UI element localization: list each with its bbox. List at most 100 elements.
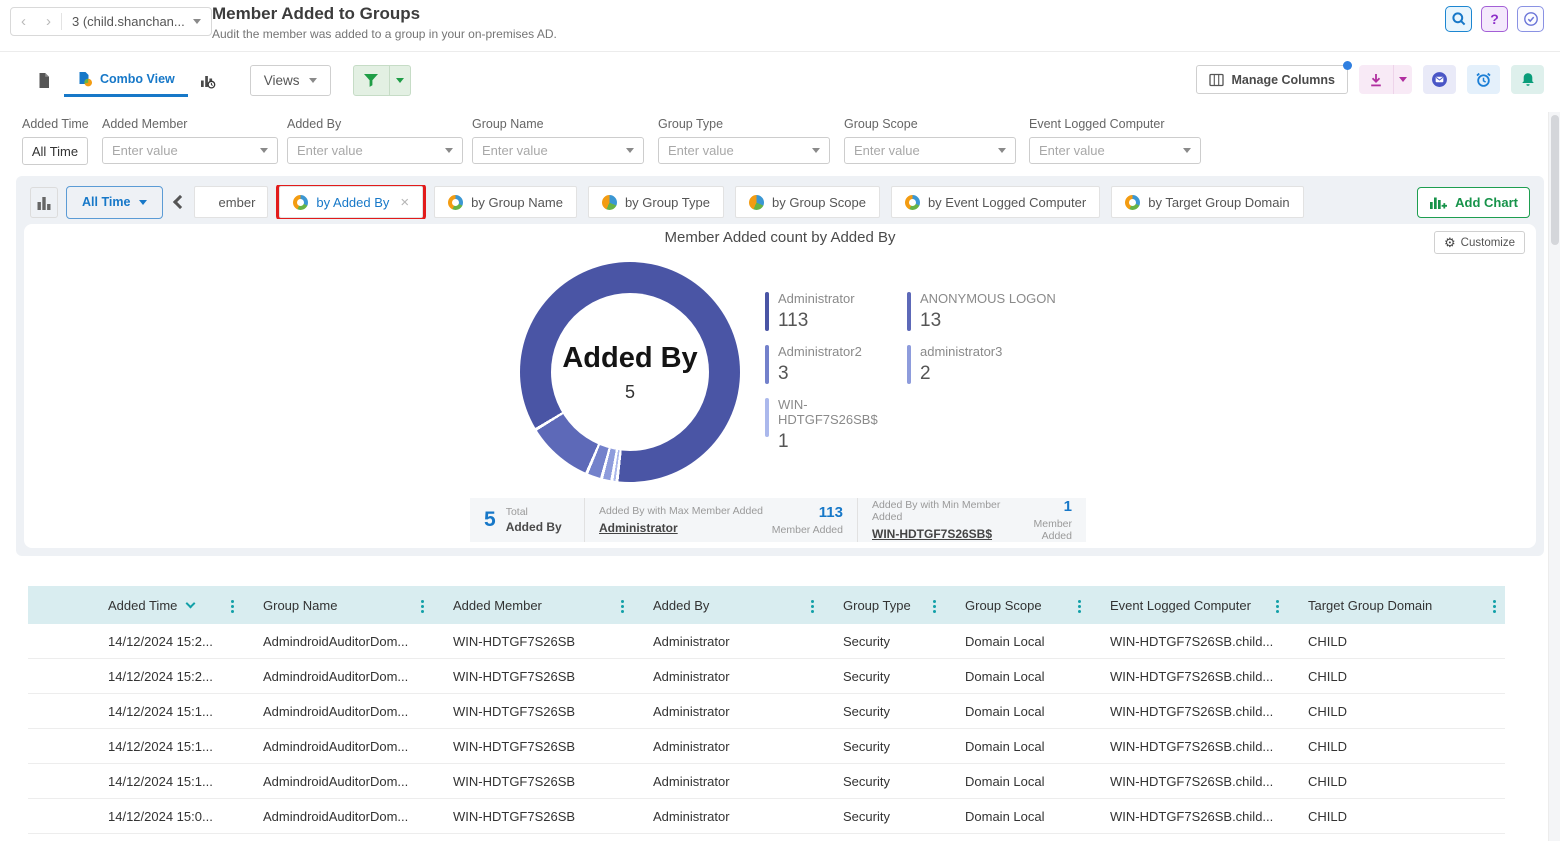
filter-button[interactable] <box>353 65 390 96</box>
column-header-added-member[interactable]: Added Member <box>433 586 633 624</box>
column-menu-icon[interactable] <box>421 605 424 608</box>
chevron-down-icon <box>396 78 404 83</box>
column-header-target-group-domain[interactable]: Target Group Domain <box>1288 586 1505 624</box>
legend-swatch <box>907 345 911 384</box>
added-by-input[interactable] <box>297 143 439 158</box>
event-logged-computer-input[interactable] <box>1039 143 1177 158</box>
legend-item[interactable]: Administrator113 <box>765 292 907 332</box>
tab-combo-view[interactable]: Combo View <box>64 63 188 97</box>
chart-tab-ember[interactable]: ember <box>194 186 268 218</box>
data-table: Added TimeGroup NameAdded MemberAdded By… <box>28 586 1505 834</box>
views-dropdown[interactable]: Views <box>250 65 331 96</box>
group-scope-input[interactable] <box>854 143 992 158</box>
help-button[interactable]: ? <box>1481 6 1508 32</box>
filter-options-button[interactable] <box>390 65 411 96</box>
legend-item[interactable]: Administrator23 <box>765 345 907 385</box>
table-cell: 14/12/2024 15:2... <box>28 634 243 649</box>
column-header-group-name[interactable]: Group Name <box>243 586 433 624</box>
group-name-filter[interactable] <box>472 137 644 164</box>
alarm-button[interactable] <box>1467 65 1500 94</box>
column-menu-icon[interactable] <box>1276 605 1279 608</box>
added-time-filter-button[interactable]: All Time <box>22 137 88 165</box>
group-type-input[interactable] <box>668 143 806 158</box>
table-row[interactable]: 14/12/2024 15:1...AdmindroidAuditorDom..… <box>28 764 1505 799</box>
column-header-group-type[interactable]: Group Type <box>823 586 945 624</box>
download-button[interactable] <box>1359 65 1393 94</box>
group-name-input[interactable] <box>482 143 620 158</box>
nav-prev-button[interactable]: ‹ <box>11 13 36 30</box>
donut-chart[interactable]: Added By 5 <box>520 262 740 482</box>
chart-tab-label: by Target Group Domain <box>1148 195 1289 210</box>
scroll-tabs-left-button[interactable] <box>173 195 187 209</box>
chevron-down-icon <box>260 148 268 153</box>
legend-item[interactable]: ANONYMOUS LOGON13 <box>907 292 1083 332</box>
column-menu-icon[interactable] <box>621 605 624 608</box>
chart-tab-by-target-group-domain[interactable]: by Target Group Domain <box>1111 186 1303 218</box>
added-member-filter[interactable] <box>102 137 278 164</box>
chart-tab-by-group-type[interactable]: by Group Type <box>588 186 724 218</box>
table-row[interactable]: 14/12/2024 15:2...AdmindroidAuditorDom..… <box>28 624 1505 659</box>
add-chart-button[interactable]: Add Chart <box>1417 187 1530 218</box>
chart-list-button[interactable] <box>30 187 58 218</box>
sort-descending-icon[interactable] <box>186 598 196 608</box>
table-cell: Administrator <box>633 809 823 824</box>
column-header-event-logged-computer[interactable]: Event Logged Computer <box>1090 586 1288 624</box>
vertical-scrollbar[interactable] <box>1548 112 1560 841</box>
chart-panel: All Time ember by Added By× by Group Name b… <box>16 176 1544 556</box>
chart-tab-by-group-name[interactable]: by Group Name <box>434 186 577 218</box>
chevron-down-icon <box>193 19 201 24</box>
table-cell: WIN-HDTGF7S26SB.child... <box>1090 704 1288 719</box>
filter-label: Group Type <box>658 117 830 131</box>
column-menu-icon[interactable] <box>231 605 234 608</box>
summary-max-unit: Member Added <box>772 524 843 536</box>
table-row[interactable]: 14/12/2024 15:2...AdmindroidAuditorDom..… <box>28 659 1505 694</box>
table-cell: AdmindroidAuditorDom... <box>243 739 433 754</box>
table-row[interactable]: 14/12/2024 15:1...AdmindroidAuditorDom..… <box>28 729 1505 764</box>
table-cell: AdmindroidAuditorDom... <box>243 704 433 719</box>
summary-min-value: 1 <box>1011 498 1072 515</box>
manage-columns-button[interactable]: Manage Columns <box>1196 65 1349 94</box>
message-button[interactable] <box>1423 65 1456 94</box>
event-logged-computer-filter[interactable] <box>1029 137 1201 164</box>
column-menu-icon[interactable] <box>1078 605 1081 608</box>
column-header-group-scope[interactable]: Group Scope <box>945 586 1090 624</box>
scrollbar-thumb[interactable] <box>1551 115 1559 245</box>
column-header-added-by[interactable]: Added By <box>633 586 823 624</box>
tab-report-view[interactable] <box>24 63 64 97</box>
close-icon[interactable]: × <box>400 195 409 210</box>
legend-item[interactable]: WIN-HDTGF7S26SB$1 <box>765 398 907 453</box>
legend-item[interactable]: administrator32 <box>907 345 1083 385</box>
chart-tab-by-event-logged-computer[interactable]: by Event Logged Computer <box>891 186 1100 218</box>
download-split-button <box>1359 65 1412 94</box>
audit-status-button[interactable] <box>1517 6 1544 32</box>
table-cell: AdmindroidAuditorDom... <box>243 669 433 684</box>
added-by-filter[interactable] <box>287 137 463 164</box>
column-menu-icon[interactable] <box>1493 605 1496 608</box>
tab-chart-view[interactable] <box>188 63 228 97</box>
table-row[interactable]: 14/12/2024 15:1...AdmindroidAuditorDom..… <box>28 694 1505 729</box>
summary-min: Added By with Min Member Added WIN-HDTGF… <box>857 498 1086 542</box>
summary-max-name-link[interactable]: Administrator <box>599 521 763 535</box>
search-button[interactable] <box>1445 6 1472 32</box>
table-row[interactable]: 14/12/2024 15:0...AdmindroidAuditorDom..… <box>28 799 1505 834</box>
chart-tab-by-added-by[interactable]: by Added By× <box>279 186 423 218</box>
nav-next-button[interactable]: › <box>36 13 61 30</box>
added-member-input[interactable] <box>112 143 254 158</box>
download-options-button[interactable] <box>1393 65 1412 94</box>
legend-label: administrator3 <box>920 345 1002 360</box>
added-time-filter-value: All Time <box>32 144 78 159</box>
notifications-button[interactable] <box>1511 65 1544 94</box>
summary-min-name-link[interactable]: WIN-HDTGF7S26SB$ <box>872 527 1011 541</box>
group-scope-filter[interactable] <box>844 137 1016 164</box>
filter-group-type: Group Type <box>658 117 830 164</box>
chart-summary-bar: 5 Total Added By Added By with Max Membe… <box>470 498 1086 542</box>
chart-time-filter-button[interactable]: All Time <box>66 186 163 219</box>
column-header-added-time[interactable]: Added Time <box>28 586 243 624</box>
group-type-filter[interactable] <box>658 137 830 164</box>
app-header: ‹ › 3 (child.shanchan... Member Added to… <box>0 0 1560 52</box>
column-menu-icon[interactable] <box>811 605 814 608</box>
chart-tab-by-group-scope[interactable]: by Group Scope <box>735 186 880 218</box>
help-icon: ? <box>1490 11 1499 27</box>
scope-dropdown[interactable]: 3 (child.shanchan... <box>62 14 211 29</box>
column-menu-icon[interactable] <box>933 605 936 608</box>
